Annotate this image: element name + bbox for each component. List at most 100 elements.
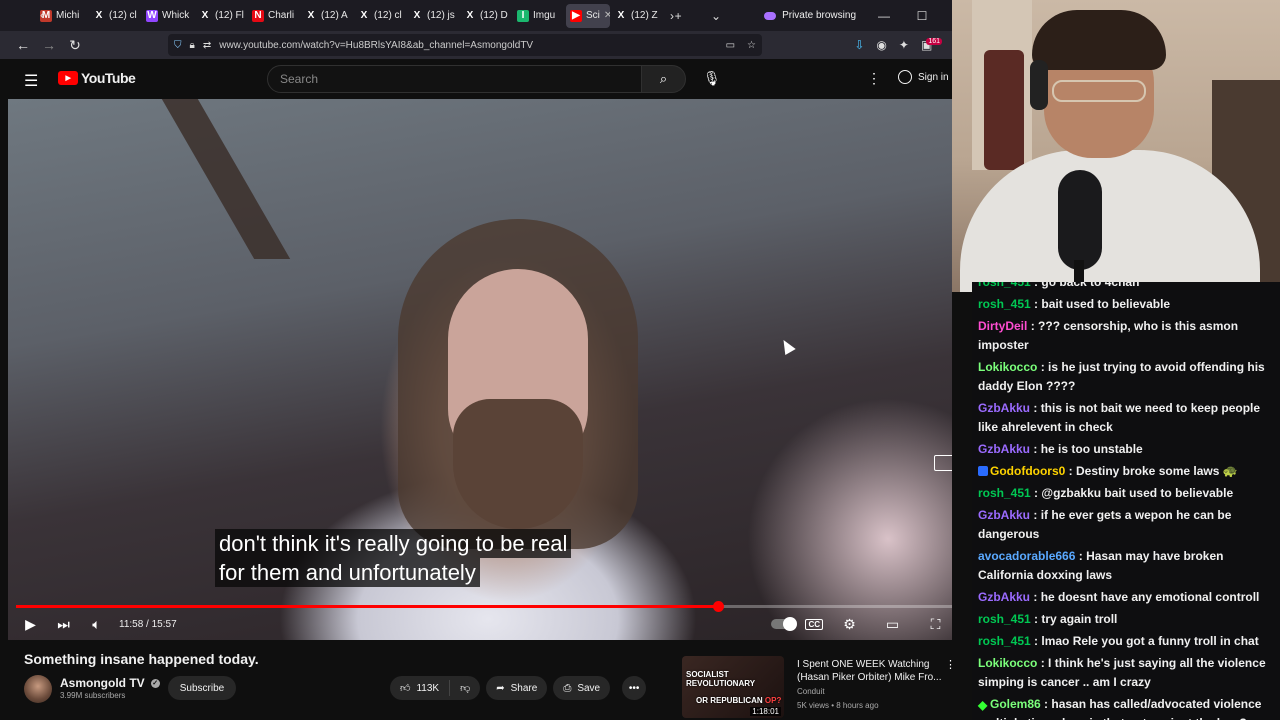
browser-tab[interactable]: X (12) js — [407, 4, 459, 28]
subscribe-button[interactable]: Subscribe — [168, 676, 236, 700]
chat-username[interactable]: rosh_451 — [978, 634, 1031, 648]
tab-scroll-left-icon[interactable]: ‹ — [40, 8, 44, 22]
chat-username[interactable]: GzbAkku — [978, 442, 1030, 456]
theater-mode-icon[interactable]: ▭ — [876, 616, 909, 633]
channel-name-row[interactable]: Asmongold TV ✓ — [60, 676, 160, 690]
browser-tab[interactable]: X (12) Fl — [195, 4, 247, 28]
voice-search-icon[interactable]: 🎙︎ — [703, 70, 721, 87]
sign-in-button[interactable]: Sign in — [898, 70, 949, 84]
tab-favicon-icon: W — [146, 9, 158, 22]
chat-username[interactable]: rosh_451 — [978, 282, 1031, 289]
video-frame-beard — [453, 399, 583, 529]
tab-close-icon[interactable]: ✕ — [604, 10, 610, 21]
menu-icon[interactable]: ☰ — [24, 71, 38, 91]
private-browsing-indicator: Private browsing — [764, 10, 856, 21]
chat-username[interactable]: GzbAkku — [978, 508, 1030, 522]
forward-icon[interactable]: → — [36, 37, 62, 53]
sign-in-label: Sign in — [918, 71, 949, 83]
chat-username[interactable]: Golem86 — [990, 697, 1041, 711]
share-button[interactable]: ➦ Share — [486, 676, 548, 700]
search-button[interactable]: ⌕ — [641, 65, 686, 93]
tab-label: (12) cl — [374, 10, 402, 21]
addon-icon[interactable]: ▣161 — [921, 38, 948, 52]
chat-username[interactable]: rosh_451 — [978, 486, 1031, 500]
fullscreen-icon[interactable]: ⛶ — [919, 616, 952, 633]
chat-text: bait used to believable — [1041, 297, 1171, 311]
thumbnail-text-bottom: OR REPUBLICAN OP? — [696, 696, 781, 705]
toolbar-right: ⇩ ◉ ✦ ▣161 — [854, 31, 948, 59]
thumbnail-text-bottom-b: OP? — [764, 696, 782, 705]
webcam-jacket — [984, 50, 1024, 170]
more-actions-icon[interactable]: ••• — [622, 676, 647, 700]
browser-tab[interactable]: X (12) A — [301, 4, 353, 28]
reload-icon[interactable]: ↻ — [62, 37, 88, 54]
chat-separator: : — [1030, 282, 1042, 289]
chat-message: GzbAkku : he doesnt have any emotional c… — [972, 587, 1280, 609]
downloads-icon[interactable]: ⇩ — [854, 38, 864, 52]
tab-label: (12) Z — [631, 10, 658, 21]
chat-username[interactable]: rosh_451 — [978, 612, 1031, 626]
recommendation-title[interactable]: I Spent ONE WEEK Watching (Hasan Piker O… — [797, 658, 942, 684]
settings-menu-icon[interactable]: ⋮ — [867, 70, 881, 87]
extensions-icon[interactable]: ✦ — [899, 38, 909, 52]
recommendation-menu-icon[interactable]: ⋮ — [945, 658, 956, 671]
channel-avatar[interactable] — [24, 675, 52, 703]
share-label: Share — [510, 682, 538, 694]
save-button[interactable]: ⎙ Save — [553, 676, 611, 700]
recommendation-thumbnail[interactable]: SOCIALIST REVOLUTIONARY OR REPUBLICAN OP… — [682, 656, 784, 718]
browser-tab[interactable]: X (12) cl — [89, 4, 141, 28]
browser-tab[interactable]: X (12) D — [460, 4, 512, 28]
pip-toggle-icon[interactable]: ▭ — [726, 40, 735, 51]
chat-username[interactable]: GzbAkku — [978, 401, 1030, 415]
autoplay-toggle[interactable] — [771, 617, 798, 631]
browser-tab[interactable]: X (12) cl — [354, 4, 406, 28]
chat-separator: : — [1037, 360, 1049, 374]
chat-username[interactable]: rosh_451 — [978, 297, 1031, 311]
url-bar[interactable]: ⛉ 🔒︎ ⇄ www.youtube.com/watch?v=Hu8BRlsYA… — [168, 34, 762, 56]
search-input[interactable]: Search — [267, 65, 642, 93]
addon-badge: 161 — [926, 38, 942, 45]
settings-gear-icon[interactable]: ⚙ — [833, 616, 866, 633]
like-button[interactable]: 👍︎ 113K — [390, 680, 451, 696]
caption-line-1: don't think it's really going to be real — [215, 529, 572, 558]
new-tab-icon[interactable]: + — [668, 9, 688, 23]
browser-tab[interactable]: X (12) Z — [611, 4, 663, 28]
next-icon[interactable]: ⏭ — [47, 616, 80, 633]
chat-username[interactable]: Lokikocco — [978, 360, 1037, 374]
bookmark-star-icon[interactable]: ☆ — [747, 40, 756, 51]
video-player[interactable]: don't think it's really going to be real… — [8, 99, 952, 640]
account-icon[interactable]: ◉ — [876, 38, 886, 52]
screen: ‹ M Michi X (12) cl W Whick X (12) Fl N Charli X (1… — [0, 0, 1280, 720]
browser-tab[interactable]: I Imgu — [513, 4, 565, 28]
shield-icon: ⛉ — [174, 39, 182, 51]
progress-bar[interactable] — [16, 601, 952, 612]
volume-icon[interactable]: 🔈︎ — [80, 616, 113, 633]
chat-username[interactable]: DirtyDeil — [978, 319, 1027, 333]
chat-username[interactable]: avocadorable666 — [978, 549, 1075, 563]
tab-favicon-icon: X — [201, 10, 209, 21]
maximize-icon[interactable]: ☐ — [912, 9, 932, 23]
picture-in-picture-icon[interactable] — [934, 455, 952, 471]
chat-username[interactable]: Lokikocco — [978, 656, 1037, 670]
captions-icon[interactable]: CC — [805, 618, 823, 630]
chat-separator: : — [1030, 508, 1041, 522]
recommendation-channel[interactable]: Conduit — [797, 687, 825, 696]
browser-tab[interactable]: ▶ Sci ✕ — [566, 3, 610, 28]
private-browsing-label: Private browsing — [782, 10, 856, 21]
save-icon: ⎙ — [563, 682, 572, 694]
dislike-button[interactable]: 👎︎ — [450, 682, 480, 694]
back-icon[interactable]: ← — [10, 37, 36, 53]
browser-tab[interactable]: N Charli — [248, 4, 300, 28]
minimize-icon[interactable]: — — [874, 9, 894, 23]
play-icon[interactable]: ▶ — [14, 616, 47, 633]
browser-tab[interactable]: W Whick — [142, 4, 194, 28]
chat-username[interactable]: Godofdoors0 — [990, 464, 1065, 478]
channel-name[interactable]: Asmongold TV — [60, 676, 145, 690]
list-tabs-icon[interactable]: ⌄ — [706, 9, 726, 23]
url-text[interactable]: www.youtube.com/watch?v=Hu8BRlsYAI8&ab_c… — [219, 40, 533, 51]
webcam-microphone — [1058, 170, 1102, 270]
chat-message: Godofdoors0 : Destiny broke some laws 🐢 — [972, 461, 1280, 483]
youtube-logo[interactable]: ▶ YouTube — [58, 70, 136, 86]
chat-username[interactable]: GzbAkku — [978, 590, 1030, 604]
player-controls-right: CC ⚙ ▭ ⛶ — [771, 610, 952, 638]
